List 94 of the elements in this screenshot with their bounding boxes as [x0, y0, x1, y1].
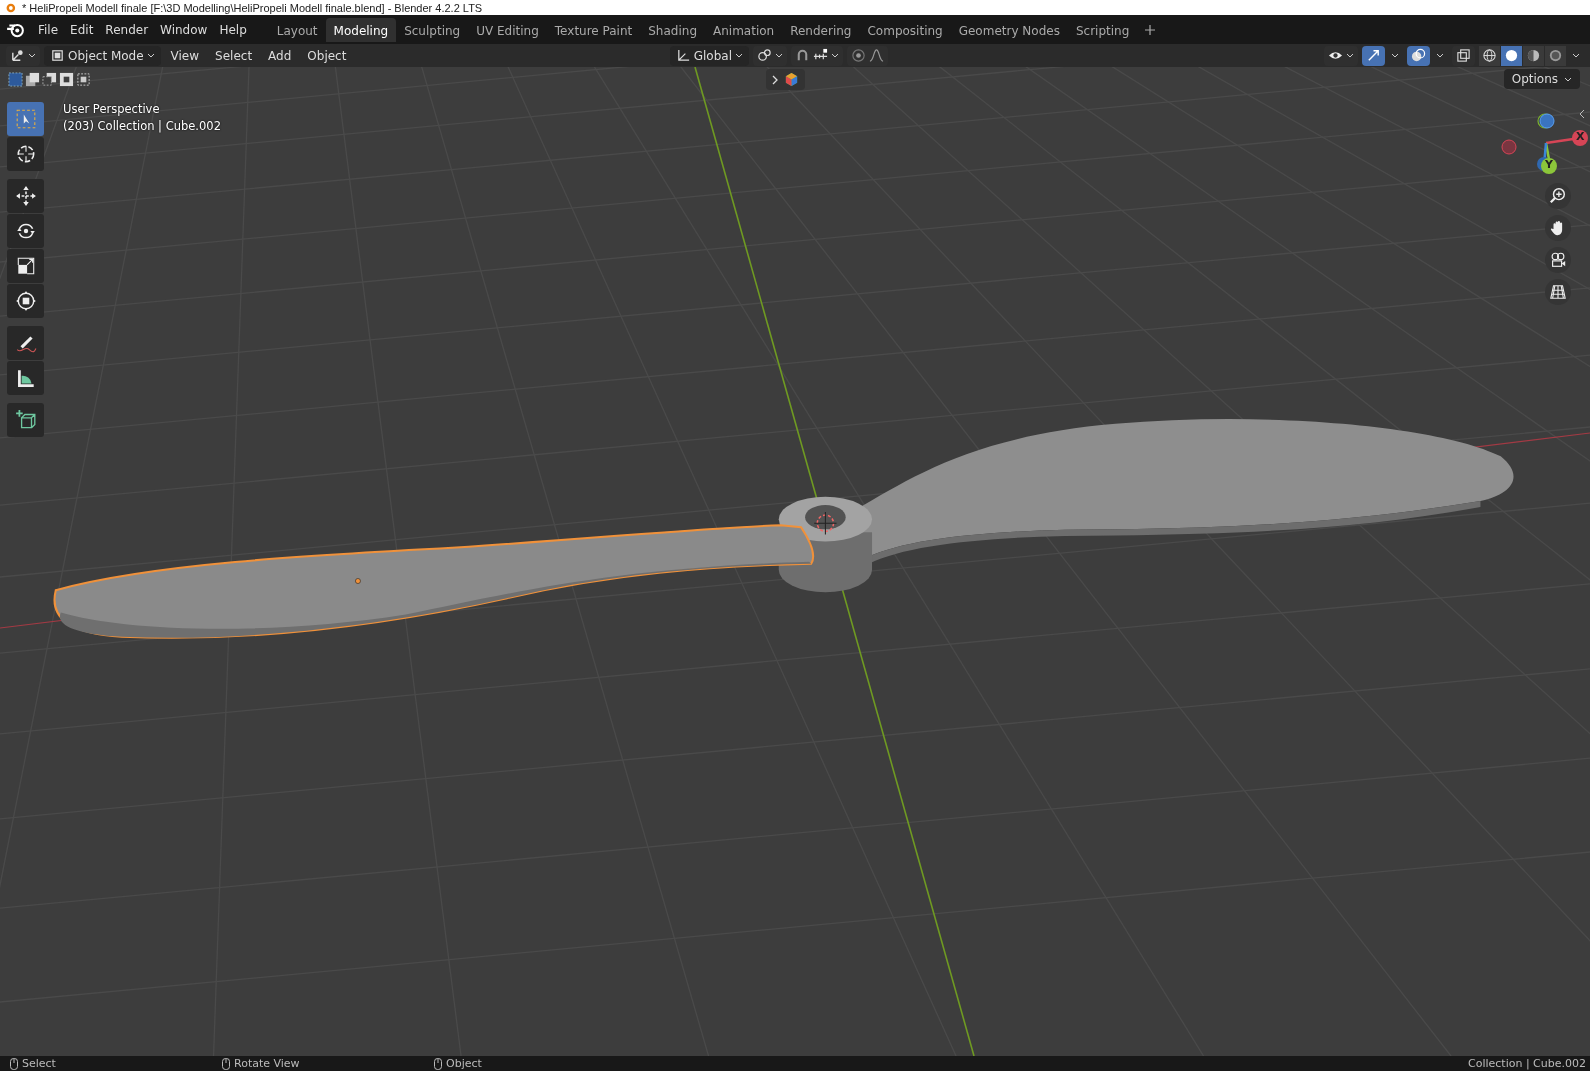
wireframe-sphere-icon — [1482, 48, 1497, 63]
chevron-icon[interactable] — [1579, 109, 1585, 119]
visibility-button[interactable] — [1324, 45, 1358, 66]
selection-mode-icon[interactable] — [76, 72, 91, 87]
workspace-tab[interactable]: Modeling — [325, 17, 397, 42]
tool-button[interactable] — [7, 284, 44, 318]
caret-icon — [1564, 76, 1572, 82]
workspace-tab[interactable]: Sculpting — [396, 17, 469, 42]
status-hint: Object — [446, 1057, 482, 1070]
rendered-sphere-icon — [1548, 48, 1563, 63]
caret-icon — [735, 53, 743, 58]
menu-item[interactable]: Object — [301, 46, 353, 65]
cube-icon[interactable] — [784, 72, 799, 87]
mouse-icon — [10, 1057, 18, 1070]
gizmo-toggle-button[interactable] — [1362, 45, 1385, 66]
magnifier-icon — [1549, 187, 1567, 205]
axes-icon — [675, 48, 691, 63]
selection-mode-icon[interactable] — [59, 72, 74, 87]
caret-icon — [831, 53, 839, 58]
workspace-tab[interactable]: Scripting — [1067, 17, 1138, 42]
overlapping-circles-icon — [1411, 48, 1426, 63]
window-title: * HeliPropeli Modell finale [F:\3D Modelling\HeliPropeli Modell finale.blend] - Blender 4.2.2 LTS — [22, 1, 483, 14]
camera-icon — [1549, 251, 1567, 269]
caret-icon[interactable] — [1572, 53, 1580, 58]
shading-button[interactable] — [1501, 45, 1522, 66]
workspace-tab[interactable]: Compositing — [859, 17, 951, 42]
select-box-icon — [14, 108, 37, 130]
tool-button[interactable] — [7, 137, 44, 171]
pivot-button[interactable] — [753, 45, 787, 66]
status-hint: Rotate View — [234, 1057, 300, 1070]
app-logo-icon — [6, 21, 24, 38]
add-icon[interactable] — [1145, 24, 1156, 35]
grid-icon — [1549, 283, 1567, 301]
caret-icon — [146, 53, 155, 58]
object-info: (203) Collection | Cube.002 — [63, 119, 221, 133]
half-shaded-sphere-icon — [1526, 48, 1541, 63]
proportional-edit-button[interactable] — [847, 45, 888, 66]
menu-item[interactable]: View — [164, 46, 206, 65]
workspace-tab[interactable]: Rendering — [782, 17, 860, 42]
arrow-icon — [1366, 48, 1381, 63]
tool-button[interactable] — [7, 403, 44, 437]
workspace-tab[interactable]: Geometry Nodes — [950, 17, 1068, 42]
menu-item[interactable]: Select — [209, 46, 259, 65]
add-cube-icon — [14, 409, 37, 431]
workspace-tab[interactable]: Layout — [268, 17, 326, 42]
options-dropdown[interactable]: Options — [1503, 69, 1580, 89]
workspace-tab[interactable]: Texture Paint — [546, 17, 641, 42]
status-stats: Collection | Cube.002 — [1468, 1057, 1586, 1070]
menu-item[interactable]: Add — [262, 46, 298, 65]
overlapping-squares-icon — [1456, 48, 1471, 63]
selection-mode-icon[interactable] — [42, 72, 57, 87]
axes-icon — [10, 48, 25, 63]
view-name: User Perspective — [63, 102, 161, 116]
caret-icon — [775, 53, 783, 58]
xray-button[interactable] — [1452, 45, 1475, 66]
mouse-icon — [222, 1057, 230, 1070]
caret-icon[interactable] — [1436, 53, 1444, 58]
caret-icon — [1346, 53, 1354, 58]
editor-type-button[interactable] — [6, 45, 40, 66]
workspace-tab[interactable]: UV Editing — [468, 17, 547, 42]
tool-button[interactable] — [7, 179, 44, 213]
tool-button[interactable] — [7, 361, 44, 395]
tool-button[interactable] — [7, 249, 44, 283]
mouse-icon — [434, 1057, 442, 1070]
tool-button[interactable] — [7, 214, 44, 248]
menu-item[interactable]: Edit — [64, 18, 100, 41]
move-arrows-icon — [14, 185, 37, 207]
workspace-tab[interactable]: Animation — [705, 17, 783, 42]
axis-label: Y — [1545, 158, 1553, 171]
caret-icon — [28, 53, 36, 58]
status-hint: Select — [22, 1057, 56, 1070]
target-icon — [851, 48, 866, 63]
menu-item[interactable]: File — [32, 18, 65, 41]
magnet-icon — [795, 48, 810, 63]
shading-button[interactable] — [1523, 45, 1544, 66]
overlays-button[interactable] — [1407, 45, 1430, 66]
chevron-icon[interactable] — [772, 74, 778, 85]
caret-icon[interactable] — [1391, 53, 1399, 58]
menu-item[interactable]: Help — [213, 18, 253, 41]
curve-icon — [869, 48, 884, 63]
square-icon — [50, 48, 65, 63]
mode-dropdown[interactable]: Object Mode — [44, 45, 161, 66]
workspace-tab[interactable]: Shading — [640, 17, 705, 42]
menu-item[interactable]: Render — [99, 18, 155, 41]
transform-icon — [14, 290, 37, 312]
linked-circles-icon — [757, 48, 772, 63]
orientation-dropdown[interactable]: Global — [669, 45, 749, 66]
snap-button[interactable] — [791, 45, 843, 66]
selection-mode-icon[interactable] — [25, 72, 40, 87]
axis-label: X — [1576, 130, 1585, 143]
shading-button[interactable] — [1479, 45, 1500, 66]
solid-sphere-icon — [1504, 48, 1519, 63]
tool-button[interactable] — [7, 326, 44, 360]
menu-item[interactable]: Window — [154, 18, 214, 41]
